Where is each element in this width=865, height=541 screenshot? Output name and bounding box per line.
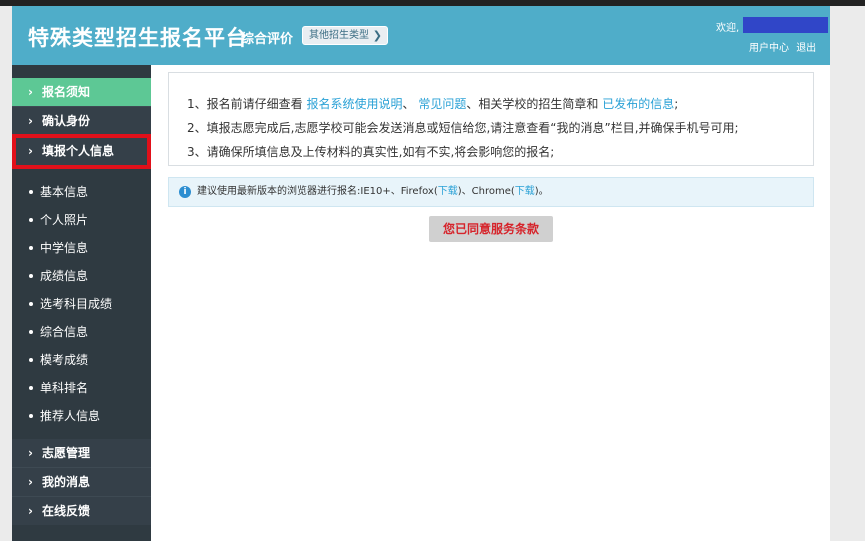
subitem-label: 单科排名 (40, 381, 89, 395)
notice-line-2: 2、填报志愿完成后,志愿学校可能会发送消息或短信给您,请注意查看“我的消息”栏目… (187, 121, 739, 135)
sidebar-item-label: 填报个人信息 (42, 144, 115, 158)
notice-text: 、相关学校的招生简章和 (466, 97, 599, 111)
browser-tip: i 建议使用最新版本的浏览器进行报名:IE10+、Firefox(下载)、Chr… (168, 177, 814, 207)
info-icon: i (179, 186, 191, 198)
notice-text: 1、报名前请仔细查看 (187, 97, 303, 111)
bullet-icon (29, 414, 33, 418)
sidebar: › 报名须知 › 确认身份 › 填报个人信息 基本信息 个人照片 中学信息 成绩信息 … (12, 65, 151, 541)
subitem-label: 中学信息 (40, 241, 89, 255)
sidebar-subitem-school-info[interactable]: 中学信息 (12, 234, 151, 262)
chevron-right-icon: › (28, 85, 33, 99)
sidebar-subitem-elective-scores[interactable]: 选考科目成绩 (12, 290, 151, 318)
sidebar-subitem-grades[interactable]: 成绩信息 (12, 262, 151, 290)
sidebar-subitem-basic-info[interactable]: 基本信息 (12, 178, 151, 206)
bullet-icon (29, 386, 33, 390)
sidebar-item-online-feedback[interactable]: › 在线反馈 (12, 497, 151, 525)
welcome-label: 欢迎, (716, 23, 740, 34)
subtitle: 综合评价 (241, 32, 294, 47)
bullet-icon (29, 246, 33, 250)
sidebar-subitem-comprehensive-info[interactable]: 综合信息 (12, 318, 151, 346)
tip-text: 建议使用最新版本的浏览器进行报名:IE10+、Firefox( (197, 186, 438, 197)
logout-link[interactable]: 退出 (796, 43, 816, 54)
subitem-label: 选考科目成绩 (40, 297, 113, 311)
chrome-download-link[interactable]: 下载 (515, 186, 535, 197)
site-title: 特殊类型招生报名平台 (28, 26, 248, 50)
subitem-label: 推荐人信息 (40, 409, 101, 423)
chevron-right-icon: › (28, 446, 33, 460)
user-links: 用户中心 退出 (745, 39, 816, 54)
notice-line-1: 1、报名前请仔细查看 报名系统使用说明、 常见问题、相关学校的招生简章和 已发布… (187, 95, 678, 112)
sidebar-item-label: 确认身份 (42, 114, 91, 128)
tip-text: )、Chrome( (457, 186, 515, 197)
sidebar-subitem-referee-info[interactable]: 推荐人信息 (12, 402, 151, 430)
bullet-icon (29, 358, 33, 362)
subitem-label: 综合信息 (40, 325, 89, 339)
bullet-icon (29, 190, 33, 194)
username-redacted (743, 17, 828, 33)
chevron-right-icon: ❯ (372, 29, 382, 42)
sidebar-item-label: 志愿管理 (42, 446, 91, 460)
usage-guide-link[interactable]: 报名系统使用说明 (306, 97, 402, 111)
sidebar-item-my-messages[interactable]: › 我的消息 (12, 468, 151, 496)
header: 特殊类型招生报名平台 综合评价 其他招生类型 ❯ 欢迎, 用户中心 退出 (12, 6, 830, 65)
sidebar-item-personal-info[interactable]: › 填报个人信息 (12, 137, 151, 165)
agree-terms-button[interactable]: 您已同意服务条款 (429, 216, 553, 242)
sidebar-subitem-subject-rank[interactable]: 单科排名 (12, 374, 151, 402)
sidebar-item-label: 在线反馈 (42, 504, 91, 518)
page-frame: 特殊类型招生报名平台 综合评价 其他招生类型 ❯ 欢迎, 用户中心 退出 › 报名… (12, 6, 830, 541)
notice-box: 1、报名前请仔细查看 报名系统使用说明、 常见问题、相关学校的招生简章和 已发布… (168, 72, 814, 166)
other-types-label: 其他招生类型 (309, 30, 369, 41)
notice-text: ; (674, 97, 679, 111)
chevron-right-icon: › (28, 504, 33, 518)
bullet-icon (29, 330, 33, 334)
chevron-right-icon: › (28, 475, 33, 489)
bullet-icon (29, 302, 33, 306)
bullet-icon (29, 218, 33, 222)
subitem-label: 基本信息 (40, 185, 89, 199)
chevron-right-icon: › (28, 114, 33, 128)
notice-text: 、 (402, 97, 415, 111)
subitem-label: 模考成绩 (40, 353, 89, 367)
subitem-label: 成绩信息 (40, 269, 89, 283)
other-types-button[interactable]: 其他招生类型 ❯ (302, 26, 388, 45)
sidebar-item-volunteer-management[interactable]: › 志愿管理 (12, 439, 151, 467)
sidebar-item-label: 我的消息 (42, 475, 91, 489)
faq-link[interactable]: 常见问题 (418, 97, 466, 111)
sidebar-item-confirm-identity[interactable]: › 确认身份 (12, 107, 151, 135)
subitem-label: 个人照片 (40, 213, 89, 227)
divider (12, 135, 151, 136)
sidebar-item-registration-notice[interactable]: › 报名须知 (12, 78, 151, 106)
published-info-link[interactable]: 已发布的信息 (602, 97, 674, 111)
sidebar-subitem-mock-scores[interactable]: 模考成绩 (12, 346, 151, 374)
user-center-link[interactable]: 用户中心 (749, 43, 789, 54)
sidebar-item-label: 报名须知 (42, 85, 91, 99)
bullet-icon (29, 274, 33, 278)
notice-line-3: 3、请确保所填信息及上传材料的真实性,如有不实,将会影响您的报名; (187, 145, 555, 159)
tip-text: )。 (534, 186, 549, 197)
firefox-download-link[interactable]: 下载 (438, 186, 458, 197)
chevron-right-icon: › (28, 144, 33, 158)
sidebar-subitem-photo[interactable]: 个人照片 (12, 206, 151, 234)
